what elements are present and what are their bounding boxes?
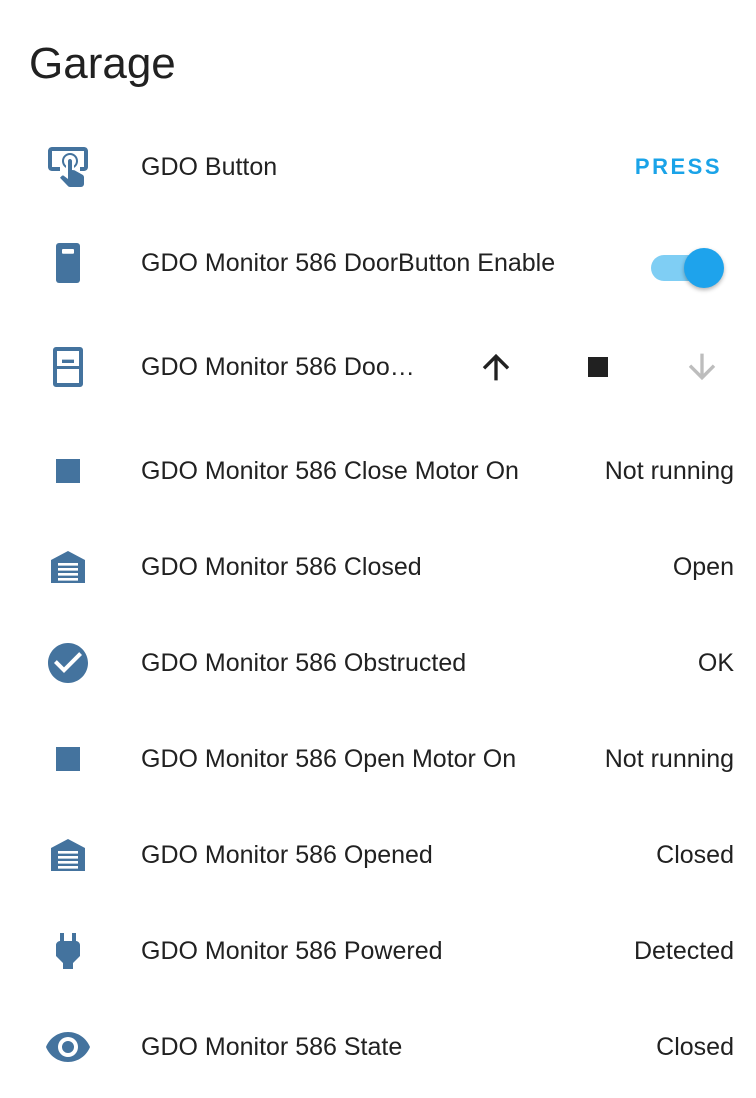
entity-row-doorbutton-enable: GDO Monitor 586 DoorButton Enable [0,215,756,311]
entity-list: GDO Button PRESS GDO Monitor 586 DoorBut… [0,0,756,1098]
entity-name: GDO Monitor 586 Powered [141,936,443,965]
entity-name: GDO Monitor 586 Doo… [141,353,415,381]
enable-toggle-switch[interactable] [651,248,725,288]
entity-row-door-control: GDO Monitor 586 Doo… [0,319,756,415]
entity-state[interactable]: Closed [656,999,734,1095]
garage-icon[interactable] [44,831,92,879]
arrow-up-icon [482,353,510,381]
eye-icon[interactable] [44,1023,92,1071]
garage-icon[interactable] [44,543,92,591]
entity-row-opened: GDO Monitor 586 Opened Closed [0,807,756,903]
entity-name: GDO Button [141,152,278,181]
entity-state[interactable]: Not running [605,711,734,807]
entity-name: GDO Monitor 586 Closed [141,552,422,581]
gesture-tap-button-icon[interactable] [44,143,92,191]
entity-state[interactable]: Open [673,519,734,615]
square-icon[interactable] [44,447,92,495]
open-cover-button[interactable] [472,343,520,391]
entity-row-close-motor: GDO Monitor 586 Close Motor On Not runni… [0,423,756,519]
entity-state[interactable]: Closed [656,807,734,903]
entity-state[interactable]: Not running [605,423,734,519]
stop-icon [588,357,608,377]
door-button-icon[interactable] [44,239,92,287]
press-button[interactable]: PRESS [635,119,722,215]
entity-state[interactable]: OK [698,615,734,711]
toggle-thumb [684,248,724,288]
entity-name: GDO Monitor 586 Close Motor On [141,456,519,485]
check-circle-icon[interactable] [44,639,92,687]
entity-name: GDO Monitor 586 Opened [141,840,433,869]
entity-name: GDO Monitor 586 Open Motor On [141,744,517,773]
garage-door-control-icon[interactable] [44,343,92,391]
entity-name: GDO Monitor 586 DoorButton Enable [141,248,556,277]
entity-row-obstructed: GDO Monitor 586 Obstructed OK [0,615,756,711]
entity-row-state: GDO Monitor 586 State Closed [0,999,756,1095]
entity-row-closed: GDO Monitor 586 Closed Open [0,519,756,615]
entity-row-gdo-button: GDO Button PRESS [0,119,756,215]
entity-state[interactable]: Detected [634,903,734,999]
entity-row-open-motor: GDO Monitor 586 Open Motor On Not runnin… [0,711,756,807]
close-cover-button[interactable] [678,343,726,391]
arrow-down-icon [688,353,716,381]
entity-row-powered: GDO Monitor 586 Powered Detected [0,903,756,999]
power-plug-icon[interactable] [44,927,92,975]
entity-name: GDO Monitor 586 Obstructed [141,648,467,677]
stop-cover-button[interactable] [574,343,622,391]
entity-name: GDO Monitor 586 State [141,1032,403,1061]
square-icon[interactable] [44,735,92,783]
